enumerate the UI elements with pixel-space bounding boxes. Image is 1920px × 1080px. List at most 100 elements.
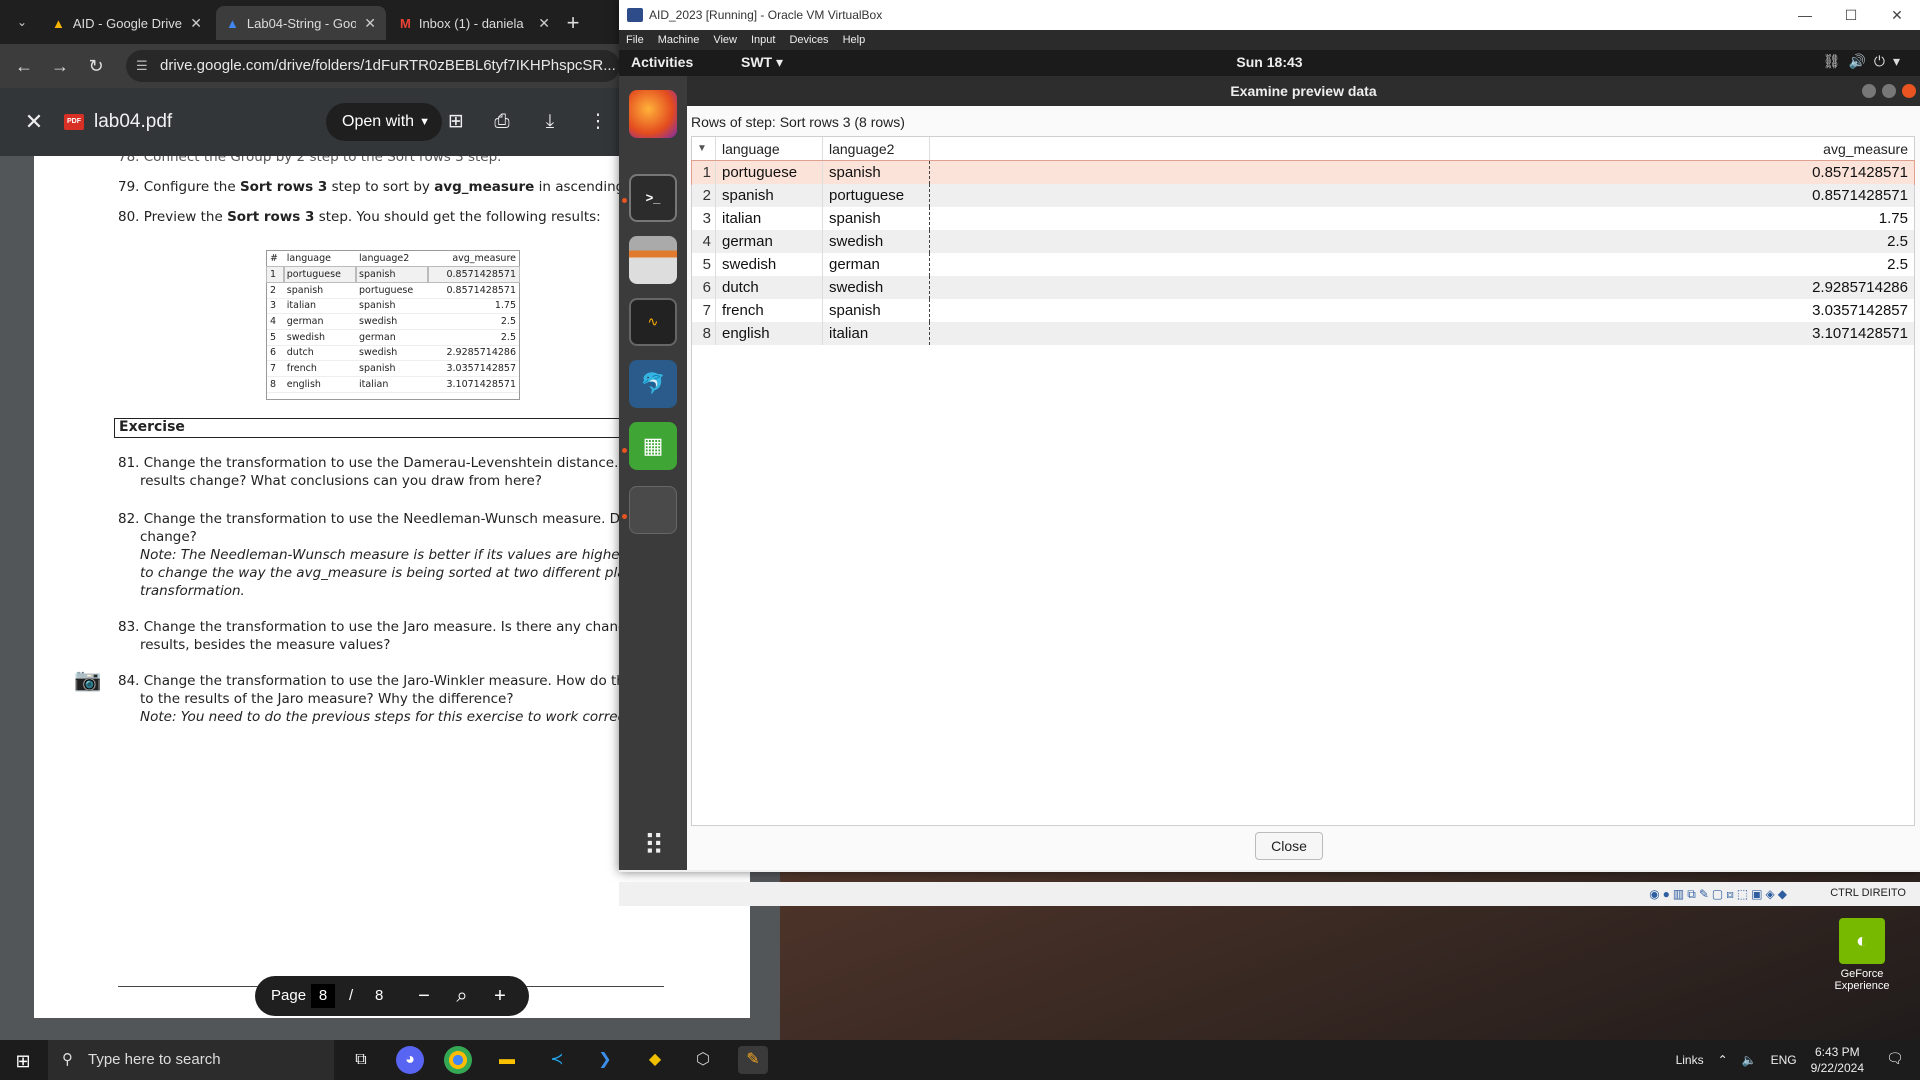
sort-icon[interactable]: ▼ (692, 137, 716, 161)
tab-inbox[interactable]: M Inbox (1) - daniela ✕ (390, 6, 560, 40)
maximize-icon[interactable]: ☐ (1828, 0, 1874, 30)
mini-header: language (283, 251, 357, 268)
close-icon[interactable]: ✕ (20, 108, 48, 136)
column-header-language[interactable]: language (716, 137, 823, 161)
table-row[interactable]: 3 italian spanish 1.75 (692, 207, 1914, 230)
taskbar-clock[interactable]: 6:43 PM 9/22/2024 (1811, 1044, 1864, 1076)
vbox-titlebar: AID_2023 [Running] - Oracle VM VirtualBo… (619, 0, 1920, 30)
cell-language: english (716, 322, 823, 345)
menu-machine[interactable]: Machine (651, 30, 707, 50)
cell-language2: spanish (823, 161, 930, 184)
chrome-icon[interactable] (444, 1046, 472, 1074)
mini-table-cell: german (283, 313, 357, 330)
drive-icon: ▲ (52, 15, 65, 31)
vscode-icon[interactable]: ≺ (542, 1046, 572, 1074)
maximize-icon[interactable] (1882, 84, 1896, 98)
nvidia-icon: ◐ (1839, 918, 1885, 964)
pdf-text-83b: results, besides the measure values? (140, 637, 391, 653)
close-tab-icon[interactable]: ✕ (190, 15, 202, 32)
show-apps-icon[interactable]: ⠿ (635, 832, 671, 868)
geforce-shortcut[interactable]: ◐ GeForce Experience (1830, 918, 1894, 998)
file-explorer-icon[interactable]: ▬ (492, 1046, 522, 1074)
notifications-icon[interactable]: 🗨 (1886, 1050, 1906, 1070)
more-options-icon[interactable]: ⋮ (584, 108, 612, 136)
print-icon[interactable]: ⎙ (488, 108, 516, 136)
mini-table-row: 6 dutch swedish 2.9285714286 (267, 345, 519, 362)
windows-start-icon[interactable]: ⊞ (12, 1050, 34, 1072)
spoon-icon[interactable]: ✎ (738, 1046, 768, 1074)
mini-table-cell: italian (283, 298, 357, 315)
menu-file[interactable]: File (619, 30, 651, 50)
close-tab-icon[interactable]: ✕ (538, 15, 550, 32)
system-monitor-icon[interactable]: ∿ (629, 298, 677, 346)
tab-aid-drive[interactable]: ▲ AID - Google Drive ✕ (42, 6, 212, 40)
mini-table-cell: dutch (283, 345, 357, 362)
column-header-avg-measure[interactable]: avg_measure (930, 137, 1914, 161)
running-indicator (622, 448, 627, 453)
system-tray-icons[interactable]: ⛓🔊⏻▾ (1823, 53, 1908, 70)
table-row[interactable]: 6 dutch swedish 2.9285714286 (692, 276, 1914, 299)
new-tab-button[interactable]: + (558, 8, 588, 38)
taskbar-search[interactable]: ⚲ Type here to search (48, 1040, 334, 1080)
powershell-icon[interactable]: ❯ (590, 1046, 620, 1074)
mini-table-cell: spanish (355, 265, 430, 284)
menu-view[interactable]: View (706, 30, 744, 50)
spreadsheet-icon[interactable]: ▦ (629, 422, 677, 470)
forward-icon[interactable]: → (46, 52, 74, 80)
mysql-workbench-icon[interactable]: 🐬 (629, 360, 677, 408)
task-view-icon[interactable]: ⧉ (346, 1046, 376, 1074)
table-row[interactable]: 2 spanish portuguese 0.8571428571 (692, 184, 1914, 207)
git-icon[interactable]: ◆ (640, 1046, 670, 1074)
mini-table-row: 4 german swedish 2.5 (267, 313, 519, 330)
mini-table-cell: 5 (267, 329, 284, 346)
mini-table-cell: 2 (267, 282, 284, 299)
table-row[interactable]: 5 swedish german 2.5 (692, 253, 1914, 276)
cell-language2: swedish (823, 230, 930, 253)
close-tab-icon[interactable]: ✕ (364, 15, 376, 32)
drive-icon: ▲ (226, 15, 239, 31)
table-row[interactable]: 4 german swedish 2.5 (692, 230, 1914, 253)
table-row[interactable]: 7 french spanish 3.0357142857 (692, 299, 1914, 322)
table-row[interactable]: 1 portuguese spanish 0.8571428571 (691, 160, 1915, 185)
open-with-button[interactable]: Open with ▼ (326, 103, 442, 141)
page-number-input[interactable]: 8 (311, 984, 335, 1008)
close-icon[interactable] (1902, 84, 1916, 98)
pdf-text-84a: 84. Change the transformation to use the… (118, 673, 662, 689)
close-button[interactable]: Close (1255, 832, 1323, 860)
close-window-icon[interactable]: ✕ (1874, 0, 1920, 30)
files-icon[interactable] (629, 236, 677, 284)
column-header-language2[interactable]: language2 (823, 137, 930, 161)
virtualbox-taskbar-icon[interactable]: ⬡ (688, 1046, 718, 1074)
menu-input[interactable]: Input (744, 30, 782, 50)
site-info-icon[interactable]: ☰ (136, 50, 148, 82)
language-indicator[interactable]: ENG (1771, 1053, 1797, 1067)
mini-table-row: 2 spanish portuguese 0.8571428571 (267, 282, 519, 299)
menu-devices[interactable]: Devices (782, 30, 835, 50)
table-row[interactable]: 8 english italian 3.1071428571 (692, 322, 1914, 345)
device-status-icons[interactable]: ◉●▥⧉✎▢⧈⬚▣◈◆ (1649, 887, 1790, 902)
clock[interactable]: Sun 18:43 (619, 54, 1920, 70)
swt-app-icon[interactable] (629, 486, 677, 534)
zoom-out-icon[interactable]: − (411, 984, 437, 1008)
zoom-in-icon[interactable]: + (487, 984, 513, 1008)
firefox-icon[interactable] (629, 90, 677, 138)
reload-icon[interactable]: ↻ (82, 52, 110, 80)
terminal-icon[interactable]: >_ (629, 174, 677, 222)
minimize-icon[interactable]: — (1782, 0, 1828, 30)
tab-search-chevron-icon[interactable]: ⌄ (8, 10, 36, 34)
mini-table-cell: swedish (356, 313, 429, 330)
menu-help[interactable]: Help (836, 30, 873, 50)
download-icon[interactable]: ⤓ (536, 108, 564, 136)
discord-icon[interactable]: ◕ (396, 1046, 424, 1074)
camera-icon[interactable]: 📷 (74, 668, 101, 693)
links-toolbar[interactable]: Links (1676, 1053, 1704, 1067)
tab-lab04[interactable]: ▲ Lab04-String - Goo ✕ (216, 6, 386, 40)
add-to-drive-icon[interactable]: ⊞ (442, 108, 470, 136)
chevron-up-icon[interactable]: ⌃ (1718, 1053, 1728, 1067)
zoom-fit-icon[interactable]: ⌕ (449, 984, 475, 1008)
back-icon[interactable]: ← (10, 52, 38, 80)
minimize-icon[interactable] (1862, 84, 1876, 98)
mini-table-cell: 0.8571428571 (427, 265, 520, 284)
volume-icon[interactable]: 🔈 (1742, 1053, 1757, 1067)
address-bar[interactable]: ☰ drive.google.com/drive/folders/1dFuRTR… (126, 50, 620, 82)
